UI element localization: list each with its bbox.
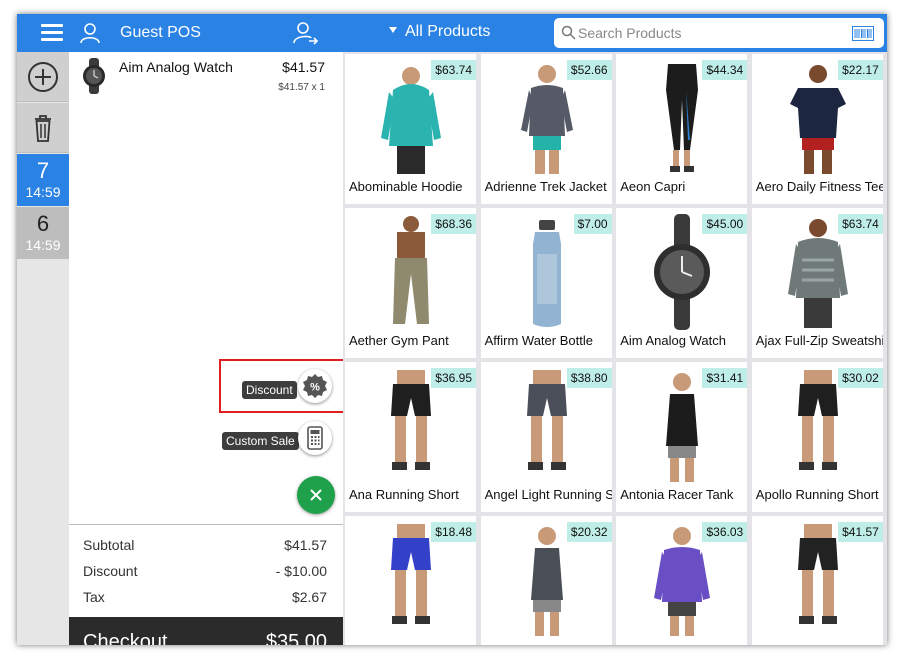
order-rail: 7 14:59 6 14:59 xyxy=(17,52,69,645)
product-price: $31.41 xyxy=(702,368,748,388)
product-price: $38.80 xyxy=(566,368,612,388)
search-icon xyxy=(561,25,576,40)
product-tile[interactable]: $44.34 Aeon Capri xyxy=(616,54,748,204)
product-tile[interactable]: $63.74 Abominable Hoodie xyxy=(345,54,476,204)
product-price: $44.34 xyxy=(702,60,748,80)
checkout-total: $35.00 xyxy=(265,631,327,645)
subtotal-row: Subtotal $41.57 xyxy=(69,537,343,563)
subtotal-value: $41.57 xyxy=(284,537,327,553)
custom-sale-label: Custom Sale xyxy=(222,432,299,450)
product-name: Abominable Hoodie xyxy=(349,179,463,194)
discount-value: - $10.00 xyxy=(275,563,327,579)
product-tile[interactable]: $36.03 xyxy=(616,516,748,645)
product-name: Apollo Running Short xyxy=(755,487,879,502)
product-price: $36.03 xyxy=(702,522,748,542)
caret-down-icon xyxy=(389,27,397,33)
product-name: Adrienne Trek Jacket xyxy=(484,179,607,194)
product-price: $18.48 xyxy=(431,522,476,542)
product-tile[interactable]: $41.57 xyxy=(751,516,883,645)
discount-total-label: Discount xyxy=(83,563,138,579)
product-price: $30.02 xyxy=(838,368,883,388)
cart-panel: Aim Analog Watch $41.57 $41.57 x 1 Disco… xyxy=(69,52,348,645)
calculator-icon xyxy=(307,426,323,450)
bottle-product-image xyxy=(532,220,561,327)
cart-item-name: Aim Analog Watch xyxy=(119,59,233,75)
product-tile[interactable]: $22.17 Aero Daily Fitness Tee xyxy=(751,54,883,204)
category-dropdown[interactable]: All Products xyxy=(389,23,490,41)
product-name: Aim Analog Watch xyxy=(620,333,726,348)
cart-item[interactable]: Aim Analog Watch $41.57 $41.57 x 1 xyxy=(69,52,343,102)
product-price: $36.95 xyxy=(431,368,476,388)
order-tab-6[interactable]: 6 14:59 xyxy=(17,207,69,259)
tax-row: Tax $2.67 xyxy=(69,589,343,615)
product-tile[interactable]: $36.95 Ana Running Short xyxy=(345,362,476,512)
product-name: Aeon Capri xyxy=(620,179,686,194)
product-price: $63.74 xyxy=(431,60,476,80)
barcode-icon[interactable] xyxy=(852,26,874,41)
subtotal-label: Subtotal xyxy=(83,537,135,553)
discount-label: Discount xyxy=(242,381,297,399)
switch-user-icon[interactable] xyxy=(293,21,319,45)
product-price: $41.57 xyxy=(838,522,883,542)
checkout-button[interactable]: Checkout $35.00 xyxy=(69,617,343,645)
product-tile[interactable]: $30.02 Apollo Running Short xyxy=(751,362,883,512)
product-tile[interactable]: $20.32 xyxy=(480,516,612,645)
delete-order-button[interactable] xyxy=(17,103,69,153)
product-tile[interactable]: $38.80 Angel Light Running Short xyxy=(480,362,612,512)
product-name: Ajax Full-Zip Sweatshirt xyxy=(755,333,883,348)
custom-sale-button[interactable] xyxy=(298,421,332,455)
product-price: $63.74 xyxy=(838,214,883,234)
pos-window: Guest POS All Products Search Products 7… xyxy=(17,14,887,645)
plus-circle-icon xyxy=(28,62,58,92)
order-number: 7 xyxy=(36,158,50,183)
product-tile[interactable]: $52.66 Adrienne Trek Jacket xyxy=(480,54,612,204)
order-time: 14:59 xyxy=(25,237,61,253)
watch-thumbnail xyxy=(83,58,105,94)
category-label: All Products xyxy=(405,23,491,40)
tax-label: Tax xyxy=(83,589,105,605)
cart-item-qty: $41.57 x 1 xyxy=(278,82,325,93)
product-tile[interactable]: $31.41 Antonia Racer Tank xyxy=(616,362,748,512)
discount-button[interactable]: % xyxy=(298,369,332,403)
cart-item-price: $41.57 xyxy=(282,59,325,75)
top-bar: Guest POS All Products xyxy=(17,14,887,52)
product-tile[interactable]: $45.00 Aim Analog Watch xyxy=(616,208,748,358)
order-tab-7[interactable]: 7 14:59 xyxy=(17,154,69,206)
product-price: $45.00 xyxy=(702,214,748,234)
order-totals: Subtotal $41.57 Discount - $10.00 Tax $2… xyxy=(69,524,343,615)
product-price: $52.66 xyxy=(566,60,612,80)
product-price: $68.36 xyxy=(431,214,476,234)
search-box xyxy=(554,18,884,48)
store-name: Guest POS xyxy=(120,24,201,41)
new-order-button[interactable] xyxy=(17,52,69,102)
trash-icon xyxy=(35,115,51,142)
product-tile[interactable]: $68.36 Aether Gym Pant xyxy=(345,208,476,358)
product-price: $22.17 xyxy=(838,60,883,80)
product-tile[interactable]: $7.00 Affirm Water Bottle xyxy=(480,208,612,358)
product-name: Aero Daily Fitness Tee xyxy=(755,179,883,194)
checkout-label: Checkout xyxy=(83,631,168,645)
tax-value: $2.67 xyxy=(291,589,327,605)
product-name: Affirm Water Bottle xyxy=(484,333,593,348)
user-icon[interactable] xyxy=(79,22,101,44)
order-number: 6 xyxy=(36,211,50,236)
product-price: $7.00 xyxy=(573,214,612,234)
product-name: Ana Running Short xyxy=(349,487,459,502)
product-tile[interactable]: $18.48 xyxy=(345,516,476,645)
product-grid: $63.74 Abominable Hoodie $52.66 Adrienne Tr… xyxy=(343,52,887,645)
close-icon xyxy=(310,489,322,501)
product-name: Antonia Racer Tank xyxy=(620,487,734,502)
product-tile[interactable]: $63.74 Ajax Full-Zip Sweatshirt xyxy=(751,208,883,358)
discount-badge-icon: % xyxy=(303,374,327,398)
menu-icon[interactable] xyxy=(41,24,63,42)
discount-row: Discount - $10.00 xyxy=(69,563,343,589)
product-name: Aether Gym Pant xyxy=(349,333,449,348)
svg-text:%: % xyxy=(310,382,320,394)
close-actions-button[interactable] xyxy=(297,476,335,514)
product-price: $20.32 xyxy=(566,522,612,542)
search-input[interactable] xyxy=(578,22,838,44)
product-name: Angel Light Running Short xyxy=(484,487,612,502)
order-time: 14:59 xyxy=(25,184,61,200)
